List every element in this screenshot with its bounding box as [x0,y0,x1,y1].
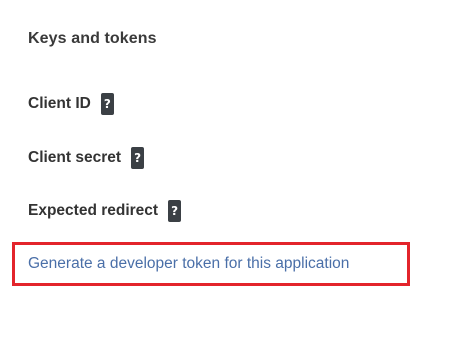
client-id-help-icon[interactable]: ? [100,93,114,115]
expected-redirect-row: Expected redirect ? [28,200,182,222]
client-secret-label: Client secret [28,149,122,166]
section-title: Keys and tokens [28,30,157,47]
client-id-label: Client ID [28,95,91,112]
client-secret-help-icon[interactable]: ? [131,147,145,169]
generate-developer-token-link[interactable]: Generate a developer token for this appl… [28,255,349,273]
expected-redirect-label: Expected redirect [28,202,159,219]
client-secret-row: Client secret ? [28,147,145,169]
expected-redirect-help-icon[interactable]: ? [168,200,182,222]
keys-and-tokens-panel: Keys and tokens Client ID ? Client secre… [0,0,459,341]
client-id-row: Client ID ? [28,93,114,115]
